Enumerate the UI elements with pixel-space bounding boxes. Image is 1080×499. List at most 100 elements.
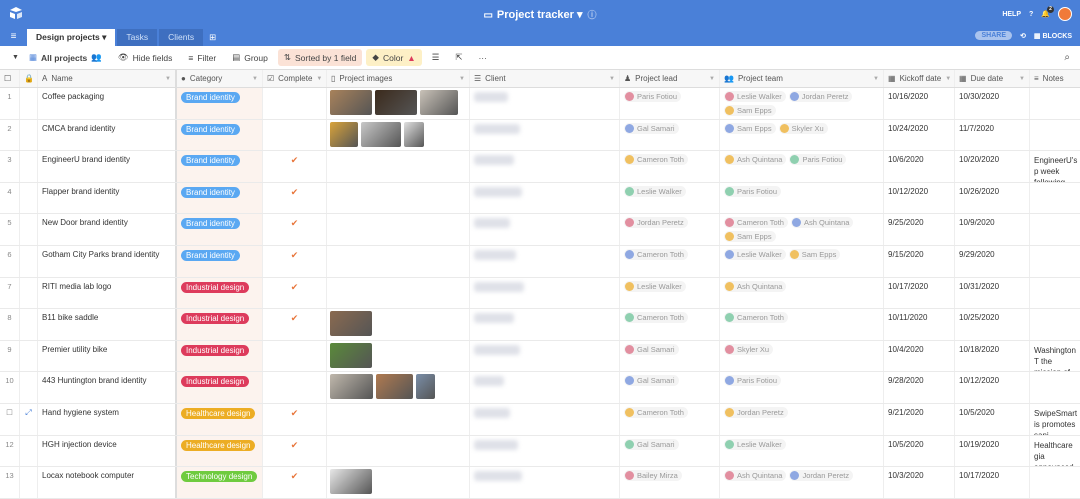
tab-design-projects[interactable]: Design projects ▾	[27, 29, 116, 46]
project-team-cell[interactable]: Cameron Toth	[720, 309, 884, 340]
project-lead-cell[interactable]: Paris Fotiou	[620, 88, 720, 119]
info-icon[interactable]: ⓘ	[588, 10, 597, 20]
base-title[interactable]: ▭ Project tracker ▾ ⓘ	[0, 8, 1080, 21]
help-link[interactable]: HELP	[1002, 11, 1021, 18]
image-thumbnail[interactable]	[420, 90, 458, 115]
name-cell[interactable]: Hand hygiene system	[38, 403, 177, 435]
project-team-cell[interactable]: Skyler Xu	[720, 340, 884, 372]
due-date-cell[interactable]: 10/12/2020	[955, 372, 1030, 403]
notes-cell[interactable]	[1030, 372, 1080, 403]
category-cell[interactable]: Healthcare design	[177, 435, 263, 467]
project-team-cell[interactable]: Paris Fotiou	[720, 182, 884, 214]
chevron-down-icon[interactable]: ▼	[316, 76, 322, 82]
chevron-down-icon[interactable]: ▼	[252, 76, 258, 82]
kickoff-date-cell[interactable]: 10/3/2020	[884, 467, 955, 498]
project-images-cell[interactable]	[327, 309, 470, 340]
expand-record-icon[interactable]: ⤢	[20, 403, 38, 435]
client-cell-redacted[interactable]	[470, 88, 620, 119]
client-cell-redacted[interactable]	[470, 467, 620, 498]
more-icon[interactable]: ···	[472, 50, 493, 66]
client-cell-redacted[interactable]	[470, 340, 620, 372]
name-cell[interactable]: CMCA brand identity	[38, 119, 177, 151]
help-icon[interactable]: ?	[1029, 11, 1033, 18]
category-cell[interactable]: Industrial design	[177, 309, 263, 340]
category-cell[interactable]: Technology design	[177, 467, 263, 498]
due-date-cell[interactable]: 10/20/2020	[955, 151, 1030, 182]
project-images-cell[interactable]	[327, 182, 470, 214]
name-cell[interactable]: EngineerU brand identity	[38, 151, 177, 182]
client-cell-redacted[interactable]	[470, 245, 620, 277]
share-view-icon[interactable]: ⇱	[449, 49, 468, 66]
category-cell[interactable]: Brand identity	[177, 182, 263, 214]
due-date-cell[interactable]: 10/30/2020	[955, 88, 1030, 119]
project-team-cell[interactable]: Leslie Walker	[720, 435, 884, 467]
due-date-cell[interactable]: 10/17/2020	[955, 467, 1030, 498]
complete-checkbox[interactable]	[263, 340, 327, 372]
project-lead-cell[interactable]: Cameron Toth	[620, 151, 720, 182]
name-cell[interactable]: RITI media lab logo	[38, 277, 177, 309]
select-all-checkbox[interactable]: ☐	[0, 70, 20, 87]
column-header-name[interactable]: A Name ▼	[38, 70, 177, 87]
project-team-cell[interactable]: Sam Epps Skyler Xu	[720, 119, 884, 151]
table-row[interactable]: 4 Flapper brand identity Brand identity …	[0, 182, 1080, 215]
project-team-cell[interactable]: Ash Quintana Jordan Peretz	[720, 467, 884, 498]
name-cell[interactable]: Coffee packaging	[38, 88, 177, 119]
table-row[interactable]: 9 Premier utility bike Industrial design…	[0, 340, 1080, 373]
name-cell[interactable]: New Door brand identity	[38, 214, 177, 245]
name-cell[interactable]: Locax notebook computer	[38, 467, 177, 498]
image-thumbnail[interactable]	[330, 342, 372, 368]
column-header-kickoff-date[interactable]: ▦ Kickoff date ▼	[884, 70, 955, 87]
column-header-client[interactable]: ☰ Client ▼	[470, 70, 620, 87]
share-button[interactable]: SHARE	[975, 31, 1012, 40]
row-height-icon[interactable]: ☰	[426, 49, 446, 66]
due-date-cell[interactable]: 10/9/2020	[955, 214, 1030, 245]
complete-checkbox[interactable]: ✔	[263, 277, 327, 309]
kickoff-date-cell[interactable]: 10/5/2020	[884, 435, 955, 467]
project-lead-cell[interactable]: Cameron Toth	[620, 245, 720, 277]
notes-cell[interactable]	[1030, 120, 1080, 151]
due-date-cell[interactable]: 9/29/2020	[955, 245, 1030, 277]
category-cell[interactable]: Brand identity	[177, 88, 263, 119]
client-cell-redacted[interactable]	[470, 214, 620, 245]
project-images-cell[interactable]	[327, 403, 470, 435]
notes-cell[interactable]	[1030, 88, 1080, 119]
color-button[interactable]: ◆ Color ▲	[366, 49, 422, 66]
image-thumbnail[interactable]	[330, 90, 372, 115]
project-images-cell[interactable]	[327, 340, 470, 372]
image-thumbnail[interactable]	[330, 469, 372, 495]
name-cell[interactable]: 443 Huntington brand identity	[38, 372, 177, 403]
complete-checkbox[interactable]: ✔	[263, 182, 327, 214]
image-thumbnail[interactable]	[416, 374, 435, 400]
search-icon[interactable]: ⌕	[1064, 52, 1070, 63]
kickoff-date-cell[interactable]: 10/24/2020	[884, 119, 955, 151]
project-team-cell[interactable]: Ash Quintana Paris Fotiou	[720, 151, 884, 182]
project-lead-cell[interactable]: Leslie Walker	[620, 182, 720, 214]
notes-cell[interactable]	[1030, 214, 1080, 245]
kickoff-date-cell[interactable]: 9/15/2020	[884, 245, 955, 277]
table-row[interactable]: 3 EngineerU brand identity Brand identit…	[0, 151, 1080, 183]
project-images-cell[interactable]	[327, 88, 470, 119]
category-cell[interactable]: Industrial design	[177, 340, 263, 372]
complete-checkbox[interactable]	[263, 372, 327, 403]
project-images-cell[interactable]	[327, 214, 470, 245]
client-cell-redacted[interactable]	[470, 151, 620, 182]
project-team-cell[interactable]: Jordan Peretz	[720, 403, 884, 435]
project-images-cell[interactable]	[327, 467, 470, 498]
due-date-cell[interactable]: 10/5/2020	[955, 403, 1030, 435]
tab-tasks[interactable]: Tasks	[117, 29, 158, 46]
table-row[interactable]: 2 CMCA brand identity Brand identity Gal…	[0, 119, 1080, 152]
project-team-cell[interactable]: Leslie Walker Jordan Peretz Sam Epps	[720, 88, 884, 119]
menu-icon[interactable]: ≡	[0, 28, 27, 46]
client-cell-redacted[interactable]	[470, 372, 620, 403]
table-row[interactable]: 12 HGH injection device Healthcare desig…	[0, 435, 1080, 468]
project-images-cell[interactable]	[327, 435, 470, 467]
client-cell-redacted[interactable]	[470, 403, 620, 435]
table-row[interactable]: 13 Locax notebook computer Technology de…	[0, 467, 1080, 499]
history-icon[interactable]: ⟲	[1020, 32, 1026, 40]
column-header-project-images[interactable]: ▯ Project images ▼	[327, 70, 470, 87]
name-cell[interactable]: Premier utility bike	[38, 340, 177, 372]
project-team-cell[interactable]: Cameron Toth Ash Quintana Sam Epps	[720, 214, 884, 245]
complete-checkbox[interactable]: ✔	[263, 309, 327, 340]
chevron-down-icon[interactable]: ▼	[873, 76, 879, 82]
chevron-down-icon[interactable]: ▼	[945, 76, 951, 82]
